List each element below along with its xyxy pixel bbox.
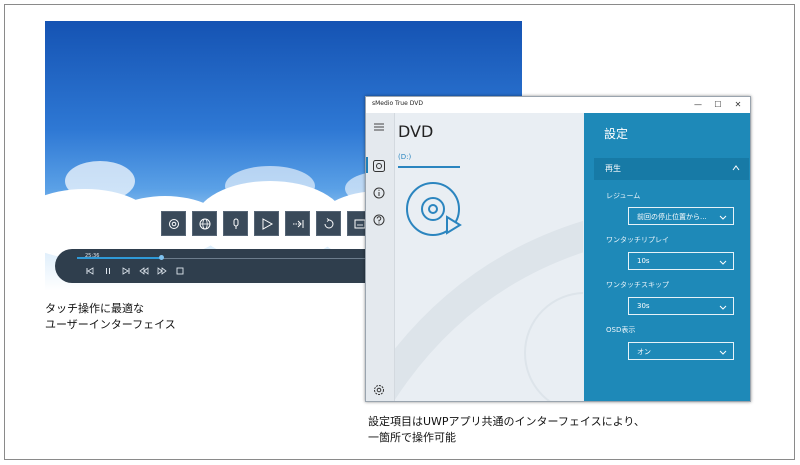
- left-caption-line1: タッチ操作に最適な: [45, 302, 144, 315]
- settings-icon[interactable]: [161, 211, 186, 236]
- chevron-up-icon: [732, 165, 740, 171]
- microphone-icon[interactable]: [223, 211, 248, 236]
- rewind-icon[interactable]: [139, 266, 149, 276]
- main-content: DVD (D:): [395, 113, 583, 401]
- right-caption: 設定項目はUWPアプリ共通のインターフェイスにより、 一箇所で操作可能: [368, 414, 645, 446]
- title-bar[interactable]: sMedio True DVD — ☐ ✕: [366, 97, 750, 113]
- skip-end-icon[interactable]: [121, 266, 131, 276]
- skip-label: ワンタッチスキップ: [606, 281, 669, 289]
- osd-label: OSD表示: [606, 326, 636, 334]
- pause-icon[interactable]: [103, 266, 113, 276]
- osd-dropdown[interactable]: オン: [628, 342, 734, 360]
- globe-icon[interactable]: [192, 211, 217, 236]
- section-label: 再生: [605, 164, 621, 173]
- resume-dropdown[interactable]: 前回の停止位置から...: [628, 207, 734, 225]
- app-window: sMedio True DVD — ☐ ✕ DVD (D:) 設定 再生 レジュ…: [365, 96, 751, 402]
- replay-value: 10s: [637, 257, 650, 265]
- chevron-down-icon: [719, 260, 727, 265]
- tab-drive-d[interactable]: (D:): [398, 153, 411, 161]
- window-title: sMedio True DVD: [372, 100, 423, 107]
- forward-icon[interactable]: [157, 266, 167, 276]
- resume-label: レジューム: [606, 192, 641, 200]
- settings-panel: 設定 再生 レジューム 前回の停止位置から... ワンタッチリプレイ 10s ワ…: [584, 113, 750, 401]
- seek-progress: [77, 257, 161, 259]
- background-swoosh: [395, 220, 583, 401]
- settings-title: 設定: [604, 127, 629, 141]
- osd-value: オン: [637, 348, 651, 356]
- close-button[interactable]: ✕: [728, 97, 748, 113]
- chevron-down-icon: [719, 305, 727, 310]
- skip-start-icon[interactable]: [85, 266, 95, 276]
- chevron-down-icon: [719, 215, 727, 220]
- seek-handle[interactable]: [159, 255, 164, 260]
- page-title: DVD: [398, 122, 434, 141]
- settings-gear-icon[interactable]: [372, 382, 386, 396]
- replay-label: ワンタッチリプレイ: [606, 236, 669, 244]
- right-caption-line1: 設定項目はUWPアプリ共通のインターフェイスにより、: [368, 415, 645, 428]
- nav-active-indicator: [366, 157, 368, 173]
- skip-value: 30s: [637, 302, 650, 310]
- nav-rail: [366, 113, 395, 401]
- dvd-play-icon[interactable]: [405, 181, 467, 243]
- help-icon[interactable]: [372, 212, 386, 226]
- left-caption-line2: ユーザーインターフェイス: [45, 318, 176, 331]
- section-playback[interactable]: 再生: [594, 158, 749, 180]
- chevron-down-icon: [719, 350, 727, 355]
- minimize-button[interactable]: —: [688, 97, 708, 113]
- maximize-button[interactable]: ☐: [708, 97, 728, 113]
- skip-dropdown[interactable]: 30s: [628, 297, 734, 315]
- replay-icon[interactable]: [316, 211, 341, 236]
- left-caption: タッチ操作に最適な ユーザーインターフェイス: [45, 301, 176, 333]
- disc-player-icon[interactable]: [372, 158, 386, 172]
- tab-underline: [398, 166, 460, 168]
- right-caption-line2: 一箇所で操作可能: [368, 431, 456, 444]
- play-icon[interactable]: [254, 211, 279, 236]
- info-icon[interactable]: [372, 185, 386, 199]
- stop-icon[interactable]: [175, 266, 185, 276]
- resume-value: 前回の停止位置から...: [637, 213, 707, 221]
- replay-dropdown[interactable]: 10s: [628, 252, 734, 270]
- hamburger-menu-icon[interactable]: [372, 119, 386, 133]
- skip-icon[interactable]: [285, 211, 310, 236]
